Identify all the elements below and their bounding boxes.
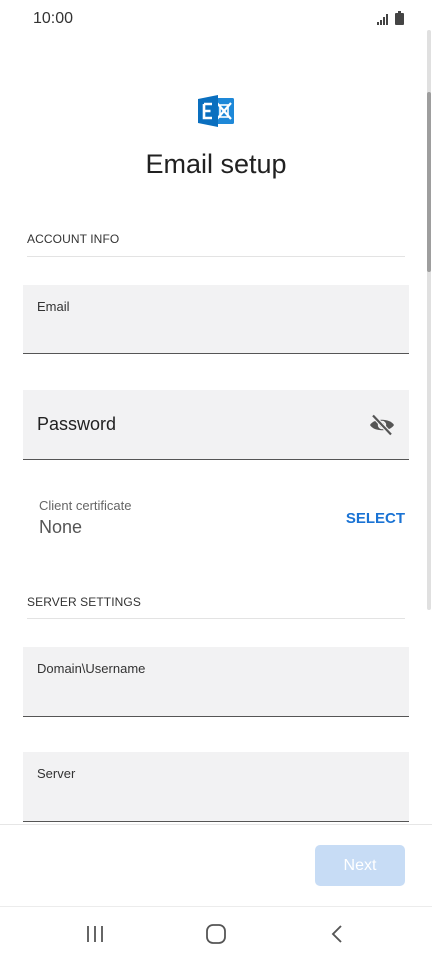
scrollbar-thumb[interactable]	[427, 92, 431, 272]
status-time: 10:00	[33, 10, 74, 27]
select-certificate-button[interactable]: SELECT	[346, 510, 405, 527]
home-icon[interactable]	[201, 921, 231, 947]
server-settings-header: SERVER SETTINGS	[27, 595, 141, 609]
status-icons	[377, 11, 404, 25]
password-field-label: Password	[37, 414, 117, 434]
email-field[interactable]: Email	[23, 285, 409, 354]
signal-icon	[377, 14, 388, 25]
server-field[interactable]: Server	[23, 752, 409, 822]
navigation-bar	[0, 907, 432, 960]
password-field[interactable]: Password	[23, 390, 409, 460]
email-field-label: Email	[37, 299, 70, 314]
server-field-label: Server	[37, 766, 76, 781]
account-info-header: ACCOUNT INFO	[27, 232, 120, 246]
server-settings-divider	[27, 618, 405, 619]
back-icon[interactable]	[322, 921, 352, 947]
email-setup-screen: 10:00 Email setup ACCOUNT INFO Email Pas…	[0, 0, 432, 960]
battery-icon	[395, 11, 404, 25]
recents-icon[interactable]	[80, 921, 110, 947]
next-button[interactable]: Next	[315, 845, 405, 886]
account-info-divider	[27, 256, 405, 257]
client-certificate-value: None	[39, 517, 83, 537]
domain-username-label: Domain\Username	[37, 661, 146, 676]
page-title: Email setup	[145, 149, 287, 179]
domain-username-field[interactable]: Domain\Username	[23, 647, 409, 717]
eye-off-icon[interactable]	[368, 413, 396, 437]
exchange-logo-icon	[198, 95, 234, 127]
status-bar: 10:00	[0, 0, 432, 40]
client-certificate-label: Client certificate	[39, 498, 132, 513]
